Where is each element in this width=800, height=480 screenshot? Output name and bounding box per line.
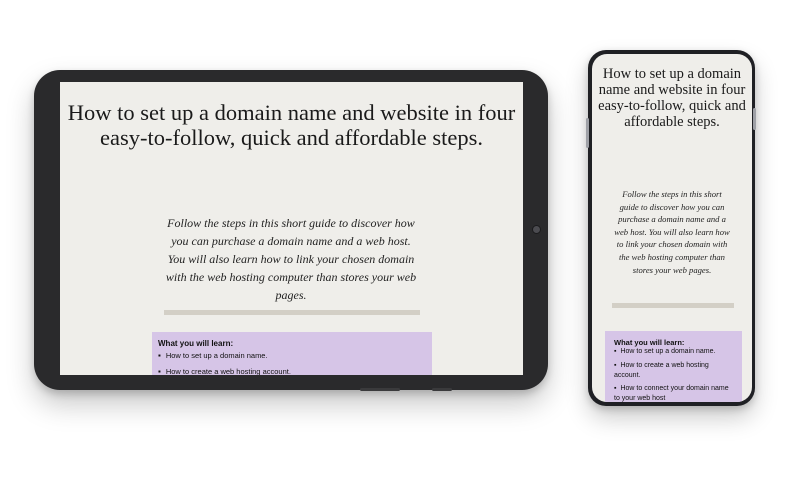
learn-heading: What you will learn: bbox=[614, 338, 685, 347]
tablet-volume-button bbox=[360, 388, 400, 391]
learn-box: What you will learn: How to set up a dom… bbox=[152, 332, 432, 375]
tablet-camera-icon bbox=[532, 225, 541, 234]
learn-item: How to connect your domain name to your … bbox=[614, 384, 736, 402]
divider bbox=[164, 310, 420, 315]
learn-heading: What you will learn: bbox=[158, 339, 234, 348]
intro-text: Follow the steps in this short guide to … bbox=[165, 216, 417, 302]
divider bbox=[612, 303, 734, 308]
intro-text: Follow the steps in this short guide to … bbox=[614, 189, 730, 275]
learn-item: How to create a web hosting account. bbox=[614, 361, 736, 381]
learn-item: How to create a web hosting account. bbox=[158, 367, 291, 375]
page-title: How to set up a domain name and website … bbox=[598, 66, 746, 130]
phone-power-button bbox=[753, 108, 756, 130]
page-title: How to set up a domain name and website … bbox=[67, 100, 516, 150]
phone-volume-button bbox=[586, 118, 589, 148]
learn-item: How to set up a domain name. bbox=[614, 347, 736, 357]
tablet-power-button bbox=[432, 388, 452, 391]
tablet-screen: How to set up a domain name and website … bbox=[60, 82, 523, 375]
learn-item: How to set up a domain name. bbox=[158, 351, 268, 360]
phone-screen: How to set up a domain name and website … bbox=[592, 54, 752, 402]
learn-box: What you will learn: How to set up a dom… bbox=[605, 331, 742, 402]
